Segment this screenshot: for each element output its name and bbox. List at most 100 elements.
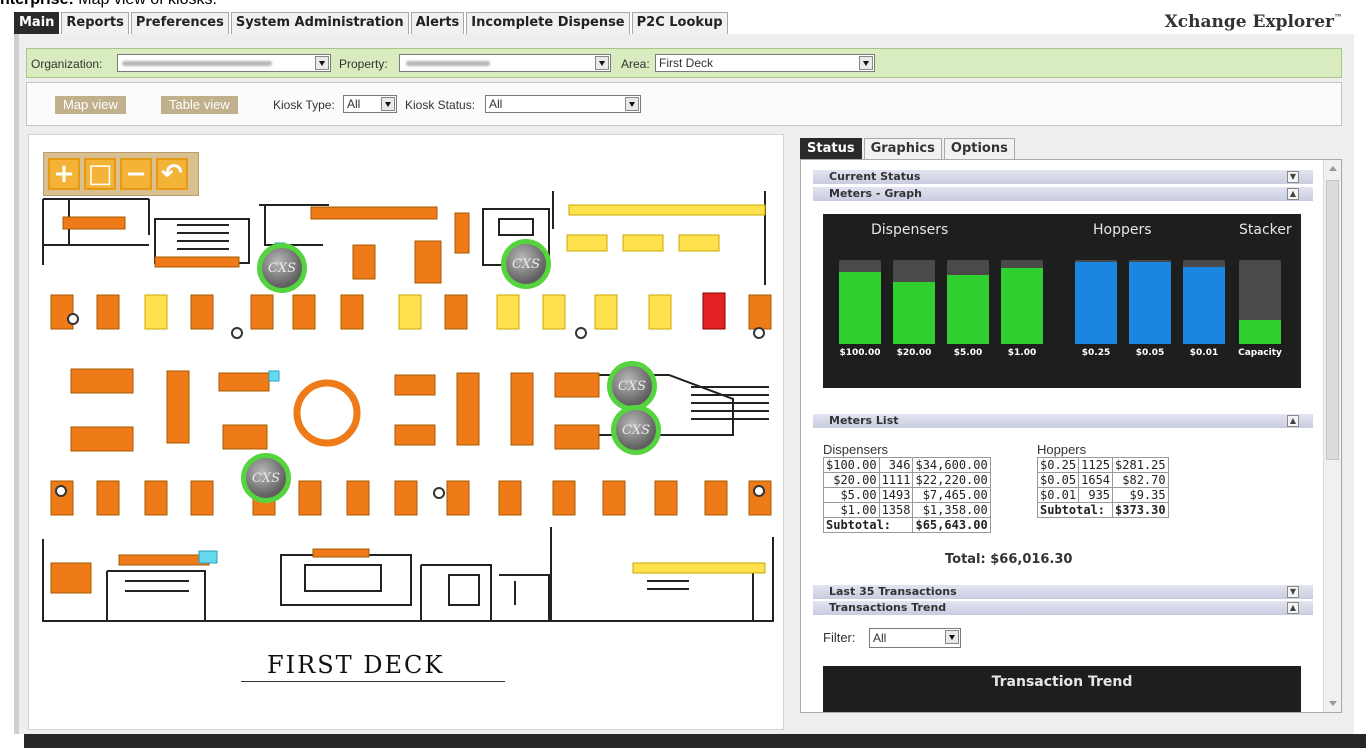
meter-bar-track [1239, 260, 1281, 344]
tab-preferences[interactable]: Preferences [130, 12, 229, 34]
meter-bar-label: $100.00 [839, 348, 881, 358]
table-row: $0.05 1654 $82.70 [1036, 472, 1169, 488]
meter-bar-label: $0.01 [1189, 348, 1219, 358]
transactions-trend-header[interactable]: Transactions Trend ▲ [813, 601, 1313, 615]
filter-select[interactable]: All [869, 628, 961, 648]
floor-plan [42, 191, 774, 622]
tab-options[interactable]: Options [943, 138, 1015, 159]
table-row: $5.00 1493 $7,465.00 [823, 487, 991, 503]
meter-bar-fill [1183, 267, 1225, 344]
meter-bar-label: $20.00 [896, 348, 932, 358]
scroll-up-icon[interactable] [1326, 162, 1339, 175]
zoom-fit-button[interactable]: □ [84, 158, 116, 190]
meter-bar-track [1075, 260, 1117, 344]
brand-title: Xchange Explorer™ [1164, 12, 1342, 32]
meter-bar-fill [1129, 262, 1171, 344]
map-panel[interactable]: + □ − ↶ CXS CXS CXS CXS CXS FIRST DECK [28, 134, 784, 730]
property-label: Property: [339, 57, 388, 71]
kiosk-label: CXS [511, 256, 541, 272]
organization-label: Organization: [31, 57, 103, 71]
reset-view-button[interactable]: ↶ [156, 158, 188, 190]
tab-main[interactable]: Main [14, 12, 60, 34]
tab-system-administration[interactable]: System Administration [230, 12, 409, 34]
kiosk-marker[interactable]: CXS [257, 243, 307, 293]
expand-icon[interactable]: ▼ [1287, 586, 1299, 598]
kiosk-marker[interactable]: CXS [501, 239, 551, 289]
hoppers-table: $0.25 1125 $281.25 $0.05 1654 $82.70 $0.01 93… [1036, 457, 1169, 518]
property-select[interactable] [399, 54, 611, 72]
meter-bar-label: $0.25 [1081, 348, 1111, 358]
meter-bar-track [893, 260, 935, 344]
kiosk-status-label: Kiosk Status: [405, 98, 476, 112]
organization-select[interactable] [117, 54, 331, 72]
area-select[interactable]: First Deck [655, 54, 875, 72]
subtotal-row: Subtotal: $65,643.00 [822, 517, 991, 533]
expand-icon[interactable]: ▼ [1287, 171, 1299, 183]
kiosk-type-select[interactable]: All [343, 95, 397, 113]
current-status-header[interactable]: Current Status ▼ [813, 170, 1313, 184]
stacker-graph-title: Stacker [1239, 222, 1292, 238]
meters-total: Total: $66,016.30 [945, 552, 1073, 567]
kiosk-label: CXS [251, 470, 281, 486]
scroll-down-icon[interactable] [1326, 697, 1339, 710]
panel-scrollbar[interactable] [1323, 160, 1341, 712]
meter-bar-track [1183, 260, 1225, 344]
tab-alerts[interactable]: Alerts [410, 12, 465, 34]
kiosk-marker[interactable]: CXS [241, 453, 291, 503]
kiosk-marker[interactable]: CXS [607, 361, 657, 411]
dispensers-meter-list: Dispensers $100.00 346 $34,600.00 $20.00 11… [822, 442, 991, 533]
chevron-down-icon [859, 56, 873, 70]
chevron-down-icon [381, 97, 395, 111]
kiosk-label: CXS [621, 422, 651, 438]
last-transactions-header[interactable]: Last 35 Transactions ▼ [813, 585, 1313, 599]
tab-incomplete-dispense[interactable]: Incomplete Dispense [466, 12, 630, 34]
tab-status[interactable]: Status [800, 138, 862, 159]
redacted-property [406, 61, 490, 66]
tab-graphics[interactable]: Graphics [863, 138, 942, 159]
map-view-button[interactable]: Map view [55, 96, 126, 114]
chevron-down-icon [315, 56, 329, 70]
app-root: nterprise: Map view of kiosks. Main Repo… [0, 0, 1366, 748]
scroll-thumb[interactable] [1326, 180, 1339, 460]
meter-bar-fill [1001, 268, 1043, 344]
collapse-icon[interactable]: ▲ [1287, 188, 1299, 200]
table-view-button[interactable]: Table view [161, 96, 238, 114]
org-filter-bar: Organization: Property: Area: First Deck [26, 48, 1342, 78]
collapse-icon[interactable]: ▲ [1287, 602, 1299, 614]
collapse-icon[interactable]: ▲ [1287, 415, 1299, 427]
view-bar: Map view Table view Kiosk Type: All Kios… [26, 82, 1342, 126]
table-row: $100.00 346 $34,600.00 [823, 457, 991, 473]
kiosk-status-select[interactable]: All [485, 95, 641, 113]
tab-reports[interactable]: Reports [61, 12, 129, 34]
chevron-down-icon [945, 630, 959, 644]
caption-text: nterprise: Map view of kiosks. [0, 0, 217, 9]
kiosk-status-value: All [489, 97, 503, 111]
dispensers-table: $100.00 346 $34,600.00 $20.00 1111 $22,220.0… [822, 457, 991, 533]
meter-bar-label: $5.00 [953, 348, 983, 358]
kiosk-marker[interactable]: CXS [611, 405, 661, 455]
kiosk-type-label: Kiosk Type: [273, 98, 335, 112]
hoppers-meter-list: Hoppers $0.25 1125 $281.25 $0.05 1654 $82.70… [1036, 442, 1169, 518]
meters-graph-header[interactable]: Meters - Graph ▲ [813, 187, 1313, 201]
tab-p2c-lookup[interactable]: P2C Lookup [631, 12, 728, 34]
subtotal-row: Subtotal: $373.30 [1036, 502, 1169, 518]
chevron-down-icon [595, 56, 609, 70]
chevron-down-icon [625, 97, 639, 111]
trademark-mark: ™ [1334, 12, 1342, 22]
table-row: $1.00 1358 $1,358.00 [823, 502, 991, 518]
meter-bar-fill [1239, 320, 1281, 344]
kiosk-label: CXS [267, 260, 297, 276]
zoom-in-button[interactable]: + [48, 158, 80, 190]
table-row: $0.01 935 $9.35 [1036, 487, 1169, 503]
table-row: $0.25 1125 $281.25 [1036, 457, 1169, 473]
meters-graph: Dispensers Hoppers Stacker $100.00 $20.00… [823, 214, 1301, 388]
bottom-bar [24, 734, 1366, 748]
hoppers-graph-title: Hoppers [1093, 222, 1152, 238]
zoom-out-button[interactable]: − [120, 158, 152, 190]
status-panel: Current Status ▼ Meters - Graph ▲ Dispense… [800, 159, 1342, 713]
trend-title: Transaction Trend [991, 674, 1133, 690]
top-nav: Main Reports Preferences System Administ… [14, 12, 730, 34]
area-value: First Deck [659, 56, 713, 70]
meters-list-header[interactable]: Meters List ▲ [813, 414, 1313, 428]
dining-tables [50, 204, 772, 594]
